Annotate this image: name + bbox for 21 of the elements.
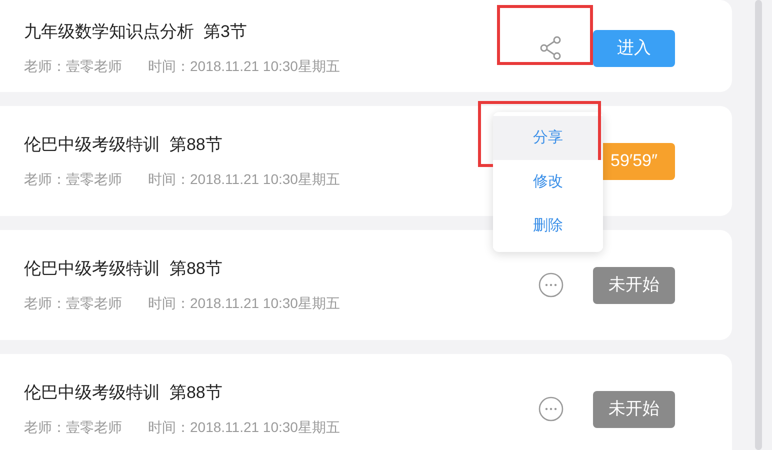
- more-icon[interactable]: [538, 396, 564, 422]
- more-icon[interactable]: [538, 272, 564, 298]
- lesson-title: 伦巴中级考级特训 第88节: [24, 258, 224, 280]
- scrollbar[interactable]: [755, 0, 762, 450]
- lesson-title: 九年级数学知识点分析 第3节: [24, 20, 248, 43]
- lesson-title: 伦巴中级考级特训 第88节: [24, 134, 224, 156]
- time-label: 时间：2018.11.21 10:30星期五: [148, 418, 340, 438]
- lesson-button[interactable]: 未开始: [593, 390, 675, 428]
- time-label: 时间：2018.11.21 10:30星期五: [148, 294, 340, 314]
- lesson-button[interactable]: 未开始: [593, 266, 675, 304]
- time-label: 时间：2018.11.21 10:30星期五: [148, 170, 340, 190]
- teacher-label: 老师：壹零老师: [24, 294, 122, 314]
- menu-item[interactable]: 分享: [493, 116, 603, 160]
- time-label: 时间：2018.11.21 10:30星期五: [148, 57, 340, 76]
- teacher-label: 老师：壹零老师: [24, 418, 122, 438]
- teacher-label: 老师：壹零老师: [24, 57, 122, 76]
- menu-item[interactable]: 修改: [493, 160, 603, 204]
- lesson-button[interactable]: 进入: [593, 30, 675, 66]
- menu-item[interactable]: 删除: [493, 204, 603, 248]
- teacher-label: 老师：壹零老师: [24, 170, 122, 190]
- lesson-title: 伦巴中级考级特训 第88节: [24, 382, 224, 404]
